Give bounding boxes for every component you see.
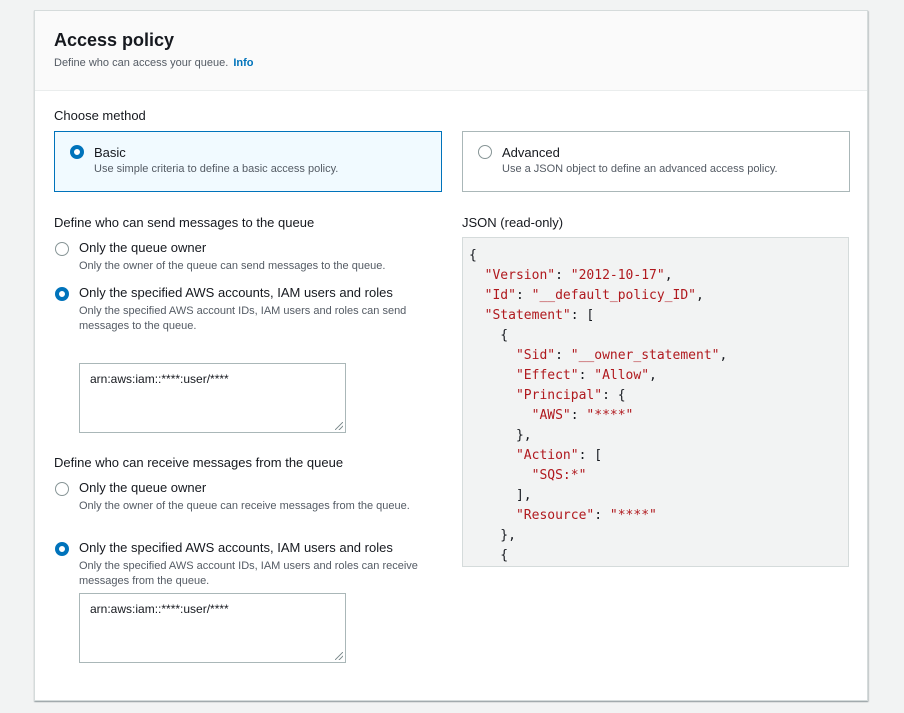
panel-header: Access policy Define who can access your… <box>35 11 867 91</box>
send-specified-title: Only the specified AWS accounts, IAM use… <box>79 285 393 300</box>
advanced-description: Use a JSON object to define an advanced … <box>502 163 778 175</box>
receive-owner-radio[interactable] <box>55 482 69 496</box>
json-line: }, <box>469 428 532 443</box>
receive-principals-value: arn:aws:iam::****:user/**** <box>90 602 229 616</box>
panel-description-text: Define who can access your queue. <box>54 57 229 69</box>
method-basic-tile[interactable]: Basic Use simple criteria to define a ba… <box>54 131 442 192</box>
advanced-radio[interactable] <box>478 145 492 159</box>
json-line: { <box>469 328 509 343</box>
json-line: "Resource": "****" <box>515 508 657 523</box>
send-principals-value: arn:aws:iam::****:user/**** <box>90 372 229 386</box>
receive-specified-radio[interactable] <box>55 542 69 556</box>
json-line: "Statement": [ <box>484 308 595 323</box>
method-advanced-tile[interactable]: Advanced Use a JSON object to define an … <box>462 131 850 192</box>
info-link[interactable]: Info <box>233 57 253 69</box>
send-owner-option[interactable]: Only the queue owner Only the owner of t… <box>54 240 424 276</box>
send-owner-title: Only the queue owner <box>79 240 207 255</box>
receive-owner-title: Only the queue owner <box>79 480 207 495</box>
send-specified-description: Only the specified AWS account IDs, IAM … <box>79 305 407 332</box>
json-line: "Effect": "Allow", <box>515 368 657 383</box>
json-line: { <box>469 548 509 563</box>
json-line: "Id": "__default_policy_ID", <box>484 288 704 303</box>
json-line: "Version": "2012-10-17", <box>484 268 673 283</box>
receive-specified-description: Only the specified AWS account IDs, IAM … <box>79 560 418 587</box>
json-line: ], <box>469 488 532 503</box>
json-line: "Action": [ <box>515 448 603 463</box>
json-line: "Sid": "__owner_statement", <box>515 348 728 363</box>
send-owner-radio[interactable] <box>55 242 69 256</box>
choose-method-label: Choose method <box>54 108 146 123</box>
access-policy-panel: Access policy Define who can access your… <box>34 10 868 701</box>
send-specified-option[interactable]: Only the specified AWS accounts, IAM use… <box>54 285 424 335</box>
json-line: { <box>469 248 477 263</box>
receive-specified-option[interactable]: Only the specified AWS accounts, IAM use… <box>54 540 424 590</box>
json-code: { "Version": "2012-10-17", "Id": "__defa… <box>469 246 848 566</box>
json-line: "Principal": { <box>515 388 626 403</box>
receive-section-label: Define who can receive messages from the… <box>54 455 344 470</box>
json-readonly-viewer[interactable]: { "Version": "2012-10-17", "Id": "__defa… <box>462 237 849 567</box>
send-owner-description: Only the owner of the queue can send mes… <box>79 260 386 272</box>
advanced-title: Advanced <box>502 145 560 160</box>
panel-title: Access policy <box>54 30 175 50</box>
json-line: "SQS:*" <box>531 468 587 483</box>
resize-handle-icon[interactable] <box>335 652 343 660</box>
receive-specified-title: Only the specified AWS accounts, IAM use… <box>79 540 393 555</box>
receive-principals-textarea[interactable]: arn:aws:iam::****:user/**** <box>79 593 346 663</box>
receive-owner-option[interactable]: Only the queue owner Only the owner of t… <box>54 480 424 530</box>
send-section-label: Define who can send messages to the queu… <box>54 215 315 230</box>
panel-description: Define who can access your queue. Info <box>54 57 254 69</box>
resize-handle-icon[interactable] <box>335 422 343 430</box>
receive-owner-description: Only the owner of the queue can receive … <box>79 500 410 512</box>
send-specified-radio[interactable] <box>55 287 69 301</box>
basic-title: Basic <box>94 145 126 160</box>
basic-radio[interactable] <box>70 145 84 159</box>
basic-description: Use simple criteria to define a basic ac… <box>94 163 339 175</box>
json-line: "AWS": "****" <box>531 408 634 423</box>
json-line: }, <box>469 528 516 543</box>
send-principals-textarea[interactable]: arn:aws:iam::****:user/**** <box>79 363 346 433</box>
json-label: JSON (read-only) <box>462 215 564 230</box>
